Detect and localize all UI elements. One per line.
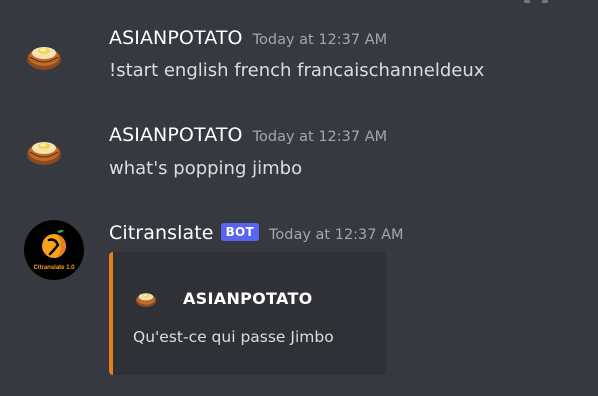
- bot-badge: BOT: [220, 223, 259, 241]
- message-text: what's popping jimbo: [109, 158, 303, 179]
- username[interactable]: ASIANPOTATO: [109, 27, 243, 49]
- hover-action-dot: [542, 0, 548, 3]
- hover-action-dot: [524, 0, 530, 3]
- logo-text: Citranslate 1.0: [33, 265, 75, 271]
- message-text: !start english french francaischanneldeu…: [109, 60, 485, 81]
- timestamp: Today at 12:37 AM: [269, 227, 404, 243]
- embed: ASIANPOTATO Qu'est-ce qui passe Jimbo: [109, 252, 386, 375]
- scroll-edge-indicator: [0, 0, 598, 6]
- username[interactable]: ASIANPOTATO: [109, 124, 243, 146]
- citranslate-logo-icon: Citranslate 1.0: [24, 220, 84, 280]
- embed-author: ASIANPOTATO: [134, 286, 313, 310]
- baked-potato-icon: [134, 286, 158, 310]
- baked-potato-icon: [27, 142, 61, 165]
- embed-description: Qu'est-ce qui passe Jimbo: [133, 328, 334, 346]
- timestamp: Today at 12:37 AM: [252, 32, 388, 48]
- timestamp: Today at 12:37 AM: [252, 129, 388, 145]
- username[interactable]: Citranslate: [109, 222, 214, 244]
- avatar[interactable]: [24, 130, 64, 170]
- avatar[interactable]: Citranslate 1.0: [24, 220, 84, 280]
- baked-potato-icon: [27, 47, 61, 70]
- embed-author-name[interactable]: ASIANPOTATO: [183, 289, 313, 308]
- avatar[interactable]: [24, 35, 64, 75]
